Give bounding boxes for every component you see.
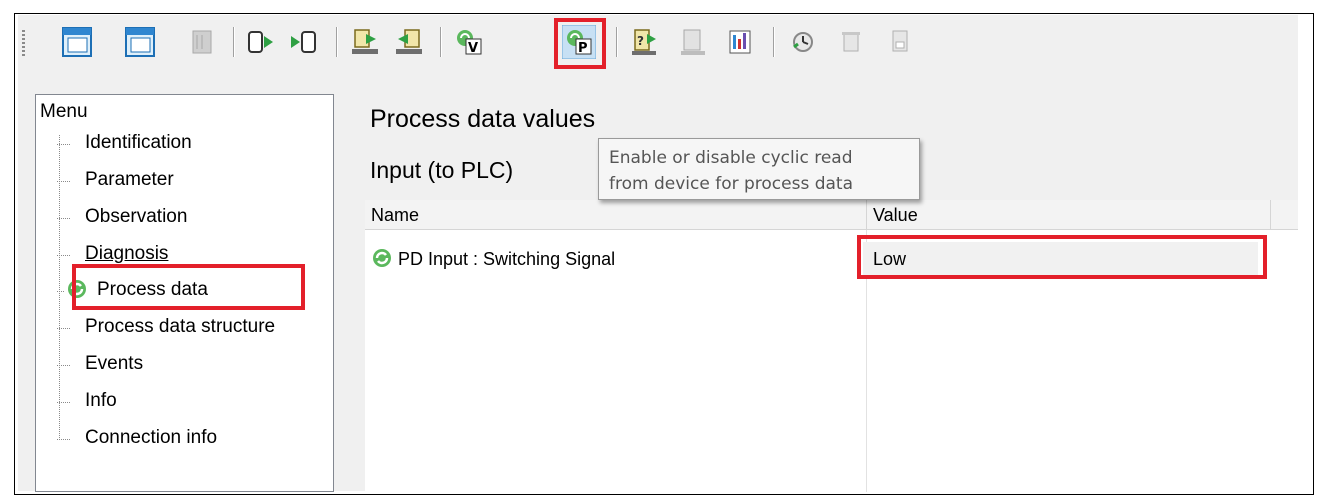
toolbar-separator [773,27,775,57]
process-data-highlight [72,264,305,310]
device-parameter-icon[interactable]: ? [627,25,661,59]
toolbar-separator [616,27,618,57]
download-to-device-icon[interactable] [392,25,426,59]
menu-item-label: Identification [85,132,192,153]
svg-text:V: V [468,41,478,56]
toolbar-separator [233,27,235,57]
column-header-value[interactable]: Value [866,200,1270,230]
column-header-name[interactable]: Name [365,200,866,230]
menu-item-label: Process data structure [85,316,276,337]
column-header-filler [1270,200,1298,230]
delete-icon [834,25,868,59]
compare-values-icon [676,25,710,59]
connect-online-icon[interactable] [243,25,277,59]
tooltip-line-2: from device for process data [609,174,854,194]
tooltip-line-1: Enable or disable cyclic read [609,148,853,168]
menu-item-label: Connection info [85,427,218,448]
disconnect-online-icon[interactable] [287,25,321,59]
menu-item-label: Info [85,390,117,411]
menu-item-label: Events [85,353,144,374]
toolbar-grip[interactable] [22,30,25,56]
layout-window-1-icon[interactable] [60,25,94,59]
clock-refresh-icon[interactable] [786,25,820,59]
toolbar-separator [336,27,338,57]
save-device-icon [883,25,917,59]
toolbar-separator [440,27,442,57]
svg-text:?: ? [637,34,644,48]
section-title: Input (to PLC) [370,157,514,183]
menu-item-label: Parameter [85,169,174,190]
observe-chart-icon[interactable] [724,25,758,59]
process-data-icon [371,247,393,269]
menu-title: Menu [40,101,88,122]
menu-item-label: Observation [85,206,188,227]
cyclic-process-data-highlight [554,18,606,69]
menu-item-label: Diagnosis [85,243,169,264]
disabled-panel-icon [185,25,219,59]
page-title: Process data values [370,105,596,133]
upload-from-device-icon[interactable] [348,25,382,59]
row-name: PD Input : Switching Signal [398,249,616,269]
tooltip: Enable or disable cyclic read from devic… [598,138,920,200]
layout-window-2-icon[interactable] [123,25,157,59]
value-highlight [857,235,1267,279]
verify-values-icon[interactable]: V [452,25,486,59]
